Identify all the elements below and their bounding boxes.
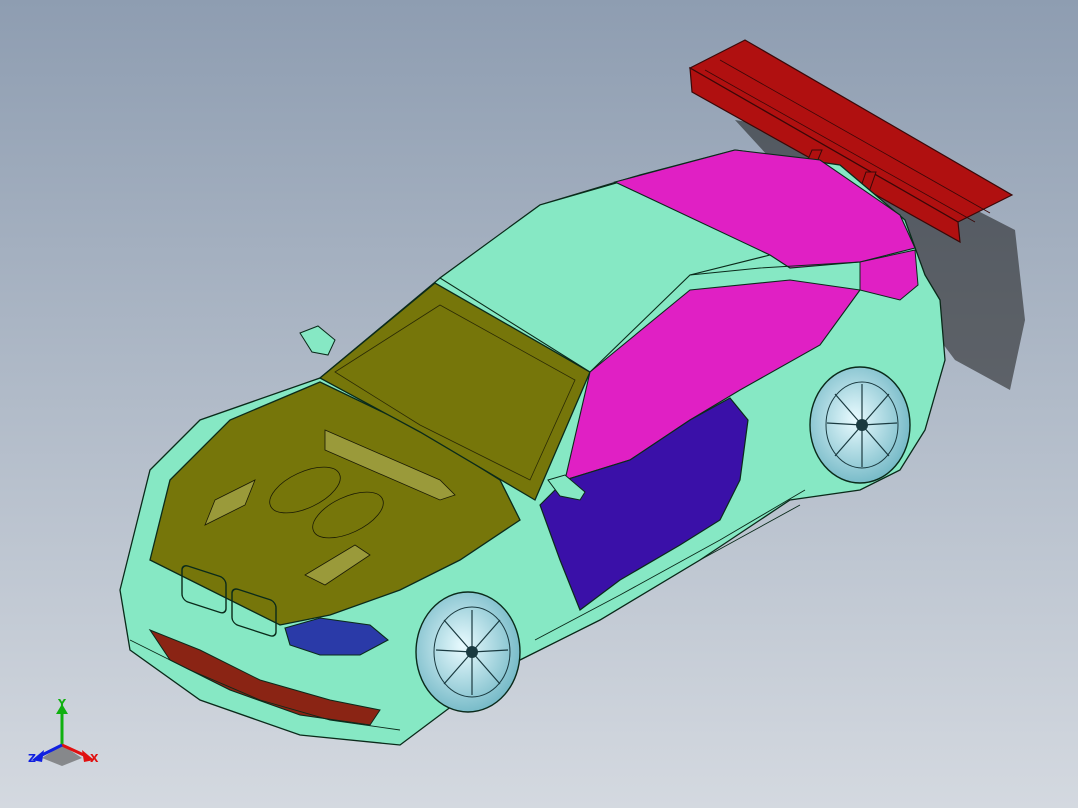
3d-viewport[interactable]: Y X Z	[0, 0, 1078, 808]
triad-base	[42, 745, 82, 766]
y-axis-label: Y	[57, 697, 67, 710]
x-axis-label: X	[90, 752, 99, 765]
front-wheel[interactable]	[415, 591, 521, 713]
car-model-scene[interactable]: Y X Z	[0, 0, 1078, 808]
rear-wheel[interactable]	[809, 366, 911, 484]
view-triad[interactable]: Y X Z	[28, 697, 99, 766]
z-axis-label: Z	[28, 752, 36, 765]
side-mirror-left	[299, 325, 336, 356]
